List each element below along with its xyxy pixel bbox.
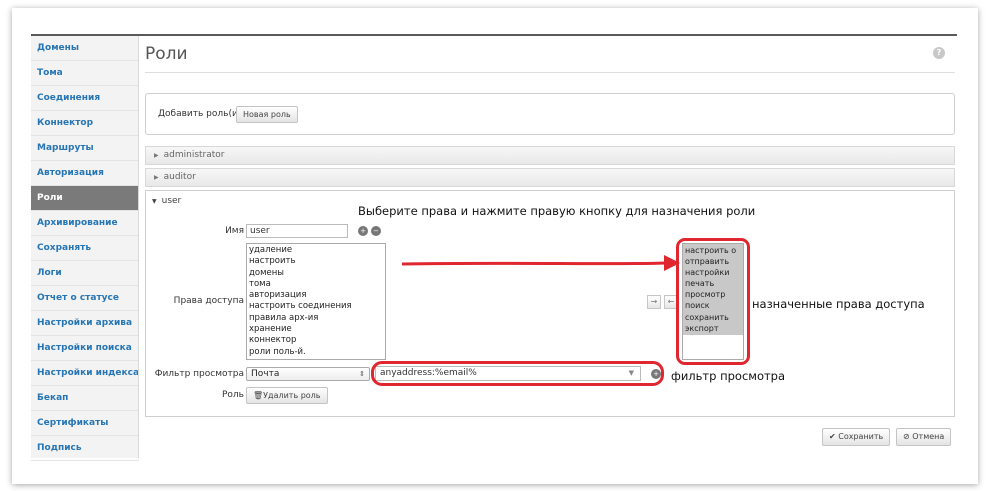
list-item[interactable]: удаление: [249, 245, 383, 256]
list-item[interactable]: настроить соединения: [249, 301, 383, 312]
page-title: Роли: [145, 44, 188, 64]
save-button[interactable]: ✔ Сохранить: [822, 428, 891, 446]
sidebar-item-routes[interactable]: Маршруты: [31, 136, 139, 161]
list-item[interactable]: домены: [249, 268, 383, 279]
sidebar-item-signature[interactable]: Подпись: [31, 436, 139, 461]
list-item[interactable]: настроить: [249, 256, 383, 267]
role-header-auditor[interactable]: ▶ auditor: [145, 168, 955, 187]
list-item[interactable]: тома: [249, 279, 383, 290]
rights-label: Права доступа: [173, 296, 244, 306]
list-item[interactable]: коннектор: [249, 335, 383, 346]
sidebar-item-certificates[interactable]: Сертификаты: [31, 411, 139, 436]
sidebar-item-search-settings[interactable]: Настройки поиска: [31, 336, 139, 361]
new-role-button[interactable]: Новая роль: [236, 106, 298, 123]
name-label: Имя: [225, 226, 244, 236]
filter-type-select[interactable]: Почта ⇕: [246, 367, 370, 381]
assigned-annotation: назначенные права доступа: [752, 297, 925, 311]
filter-label: Фильтр просмотра: [154, 369, 244, 379]
sidebar-item-authorization[interactable]: Авторизация: [31, 161, 139, 186]
move-right-button[interactable]: →: [647, 295, 661, 309]
filter-highlight: [371, 361, 664, 386]
delete-role-button[interactable]: 🗑Удалить роль: [246, 387, 328, 404]
list-item[interactable]: роли поль-й.: [249, 347, 383, 358]
available-rights-list[interactable]: удаление настроить домены тома авторизац…: [246, 243, 386, 360]
cancel-button[interactable]: ⊘ Отмена: [896, 428, 952, 446]
sidebar-item-connector[interactable]: Коннектор: [31, 111, 139, 136]
sidebar-item-backup[interactable]: Бекап: [31, 386, 139, 411]
role-name: auditor: [163, 172, 196, 182]
sidebar-divider: [138, 36, 139, 458]
role-header-user[interactable]: ▼ user: [152, 196, 181, 206]
sidebar-item-domains[interactable]: Домены: [31, 36, 139, 61]
list-item[interactable]: правила арх-ия: [249, 313, 383, 324]
sidebar-item-archiving[interactable]: Архивирование: [31, 211, 139, 236]
assigned-highlight: [676, 238, 750, 365]
filter-annotation: фильтр просмотра: [671, 369, 786, 383]
sidebar-item-connections[interactable]: Соединения: [31, 86, 139, 111]
sidebar-item-status-report[interactable]: Отчет о статусе: [31, 286, 139, 311]
filter-type-value: Почта: [251, 369, 280, 379]
role-name: administrator: [163, 150, 225, 160]
trash-icon: 🗑: [253, 391, 264, 400]
chevron-right-icon: ▶: [154, 152, 159, 159]
chevron-down-icon: ▼: [152, 198, 157, 205]
sidebar-item-roles[interactable]: Роли: [31, 186, 139, 211]
chevron-right-icon: ▶: [154, 174, 159, 181]
list-item[interactable]: хранение: [249, 324, 383, 335]
sidebar-item-archive-settings[interactable]: Настройки архива: [31, 311, 139, 336]
instruction-annotation: Выберите права и нажмите правую кнопку д…: [358, 204, 756, 218]
sidebar: Домены Тома Соединения Коннектор Маршрут…: [31, 36, 139, 461]
top-divider: [31, 34, 957, 36]
sidebar-item-retention[interactable]: Сохранять: [31, 236, 139, 261]
sidebar-item-volumes[interactable]: Тома: [31, 61, 139, 86]
updown-icon: ⇕: [359, 370, 365, 378]
title-divider: [145, 72, 955, 73]
cancel-icon: ⊘: [903, 432, 913, 441]
add-icon[interactable]: +: [358, 226, 368, 236]
add-role-label: Добавить роль(и): [158, 109, 242, 119]
role-label: Роль: [222, 390, 244, 400]
remove-icon[interactable]: −: [371, 226, 381, 236]
role-name-input[interactable]: user: [246, 224, 348, 238]
role-header-administrator[interactable]: ▶ administrator: [145, 146, 955, 165]
list-item[interactable]: авторизация: [249, 290, 383, 301]
help-icon[interactable]: ?: [933, 47, 945, 59]
sidebar-item-logs[interactable]: Логи: [31, 261, 139, 286]
check-icon: ✔: [829, 432, 839, 441]
add-role-panel: Добавить роль(и) Новая роль: [145, 93, 955, 135]
role-name: user: [161, 196, 182, 206]
sidebar-item-index-settings[interactable]: Настройки индекса: [31, 361, 139, 386]
